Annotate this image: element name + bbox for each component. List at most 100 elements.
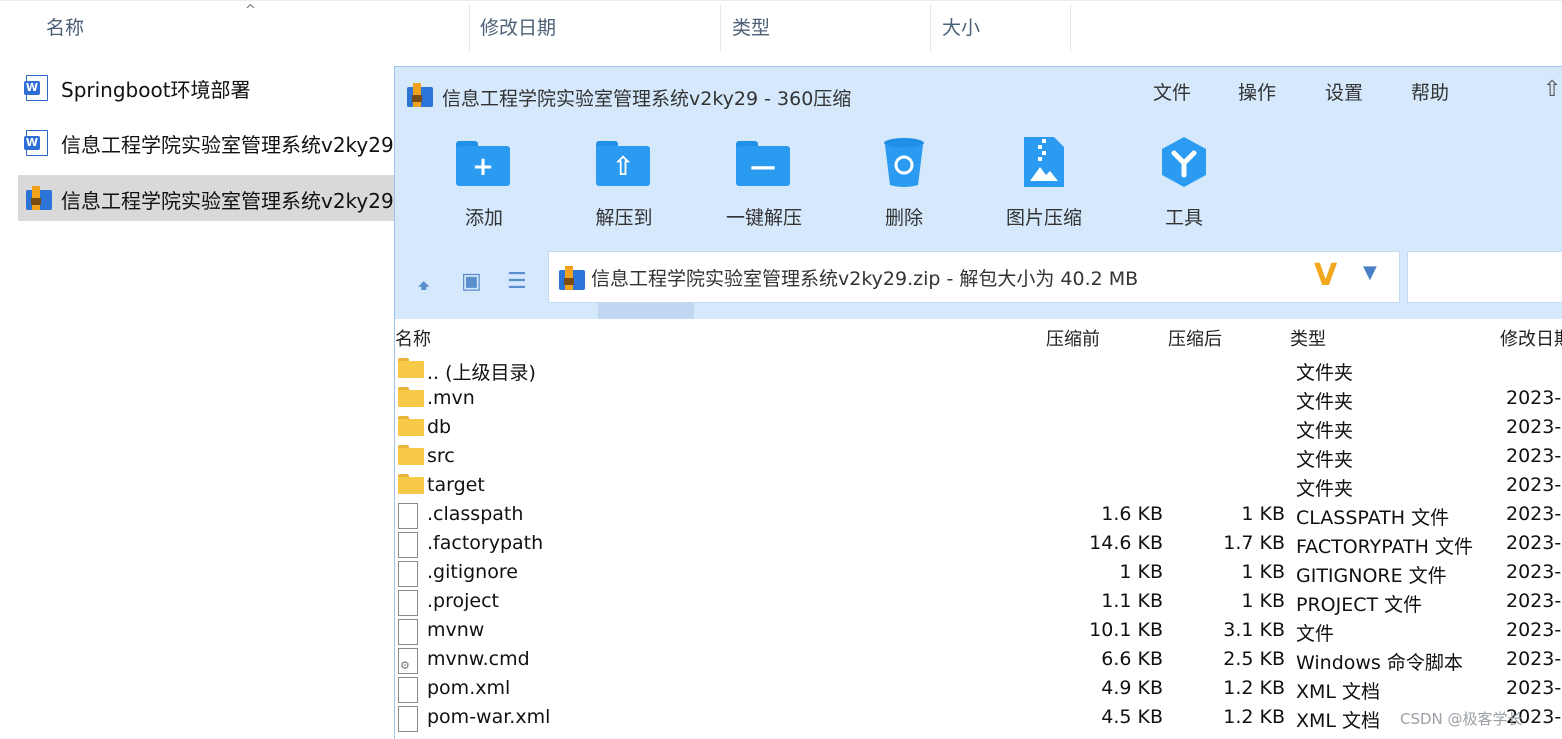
file-icon	[398, 677, 418, 703]
file-modified: 2023-1	[1506, 590, 1562, 612]
image-compress-icon	[1016, 135, 1072, 189]
column-divider[interactable]	[469, 5, 470, 51]
file-type: PROJECT 文件	[1296, 594, 1423, 616]
column-modified[interactable]: 修改日期	[480, 13, 556, 40]
v-logo-icon[interactable]: V	[1314, 258, 1337, 293]
file-modified: 2023-1	[1506, 648, 1562, 670]
file-name: .project	[427, 590, 499, 612]
explorer-item-name: 信息工程学院实验室管理系统v2ky29	[61, 133, 394, 157]
file-row[interactable]: .gitignore 1 KB 1 KB GITIGNORE 文件 2023-1	[395, 559, 1562, 588]
folder-icon	[398, 387, 424, 407]
address-bar-area: 🠹 ▣ ☰ 信息工程学院实验室管理系统v2ky29.zip - 解包大小为 40…	[395, 247, 1562, 319]
file-row[interactable]: .classpath 1.6 KB 1 KB CLASSPATH 文件 2023-1	[395, 501, 1562, 530]
delete-button[interactable]: 删除	[849, 135, 959, 229]
file-size-after: 1.2 KB	[1223, 677, 1285, 699]
file-size-after: 3.1 KB	[1223, 619, 1285, 641]
tools-button[interactable]: 工具	[1129, 135, 1239, 229]
file-size-after: 1 KB	[1241, 590, 1285, 612]
file-row[interactable]: ⚙ mvnw.cmd 6.6 KB 2.5 KB Windows 命令脚本 2023-1	[395, 646, 1562, 675]
up-level-icon[interactable]: 🠹	[417, 269, 431, 307]
file-size-before: 1 KB	[1119, 561, 1163, 583]
extract-to-button[interactable]: ⇧ 解压到	[569, 135, 679, 229]
file-name: target	[427, 474, 485, 496]
one-click-extract-icon: —	[736, 135, 792, 189]
file-size-before: 10.1 KB	[1089, 619, 1163, 641]
file-type: GITIGNORE 文件	[1296, 565, 1447, 587]
file-type: 文件	[1296, 623, 1335, 645]
file-type: XML 文档	[1296, 710, 1381, 732]
column-name[interactable]: 名称	[395, 325, 431, 351]
menu-help[interactable]: 帮助	[1411, 78, 1449, 105]
add-button-label: 添加	[464, 207, 503, 229]
file-size-before: 6.6 KB	[1101, 648, 1163, 670]
file-row[interactable]: src 文件夹 2023-1	[395, 443, 1562, 472]
watermark: CSDN @极客学长	[1400, 710, 1523, 728]
file-size-after: 1.7 KB	[1223, 532, 1285, 554]
search-input[interactable]	[1407, 251, 1562, 303]
add-button[interactable]: + 添加	[429, 135, 539, 229]
scrollbar-thumb[interactable]	[598, 303, 694, 319]
file-type: 文件夹	[1296, 420, 1354, 442]
chevron-down-icon[interactable]: ▼	[1363, 262, 1377, 283]
file-modified: 2023-1	[1506, 474, 1562, 496]
column-after[interactable]: 压缩后	[1168, 325, 1222, 351]
title-bar[interactable]: 信息工程学院实验室管理系统v2ky29 - 360压缩 文件 操作 设置 帮助 …	[395, 67, 1562, 123]
file-size-after: 2.5 KB	[1223, 648, 1285, 670]
word-doc-icon: W	[24, 75, 48, 101]
address-field[interactable]: 信息工程学院实验室管理系统v2ky29.zip - 解包大小为 40.2 MB …	[548, 251, 1400, 303]
column-modified[interactable]: 修改日期	[1500, 325, 1562, 351]
file-row[interactable]: .factorypath 14.6 KB 1.7 KB FACTORYPATH 文件 2…	[395, 530, 1562, 559]
file-icon	[398, 503, 418, 529]
column-divider[interactable]	[720, 5, 721, 51]
explorer-item-name: 信息工程学院实验室管理系统v2ky29	[61, 189, 394, 213]
thumbnail-view-icon[interactable]: ▣	[461, 269, 482, 294]
file-row[interactable]: .. (上级目录) 文件夹	[395, 356, 1562, 385]
menu-settings[interactable]: 设置	[1325, 78, 1363, 105]
zip-archive-icon	[559, 266, 585, 290]
file-type: CLASSPATH 文件	[1296, 507, 1450, 529]
explorer-item[interactable]: W Springboot环境部署	[18, 64, 398, 110]
skin-icon[interactable]: ⇧	[1543, 77, 1561, 102]
file-icon	[398, 619, 418, 645]
menu-file[interactable]: 文件	[1153, 78, 1191, 105]
file-icon	[398, 590, 418, 616]
file-name: .classpath	[427, 503, 524, 525]
file-name: src	[427, 445, 455, 467]
column-divider[interactable]	[1070, 5, 1071, 51]
file-type: 文件夹	[1296, 391, 1354, 413]
file-modified: 2023-1	[1506, 445, 1562, 467]
file-type: 文件夹	[1296, 362, 1354, 384]
file-name: mvnw.cmd	[427, 648, 530, 670]
column-before[interactable]: 压缩前	[1046, 325, 1100, 351]
zip-archive-icon	[26, 186, 52, 210]
menu-action[interactable]: 操作	[1238, 78, 1276, 105]
file-row[interactable]: db 文件夹 2023-1	[395, 414, 1562, 443]
column-type[interactable]: 类型	[732, 13, 770, 40]
file-size-before: 14.6 KB	[1089, 532, 1163, 554]
explorer-item[interactable]: W 信息工程学院实验室管理系统v2ky29	[18, 119, 398, 165]
file-name: pom-war.xml	[427, 706, 551, 728]
column-type[interactable]: 类型	[1290, 325, 1326, 351]
sort-ascending-icon: ^	[245, 3, 256, 18]
file-row[interactable]: pom.xml 4.9 KB 1.2 KB XML 文档 2023-1	[395, 675, 1562, 704]
file-name: .mvn	[427, 387, 475, 409]
file-row[interactable]: .project 1.1 KB 1 KB PROJECT 文件 2023-1	[395, 588, 1562, 617]
file-row[interactable]: target 文件夹 2023-1	[395, 472, 1562, 501]
image-compress-button[interactable]: 图片压缩	[989, 135, 1099, 229]
extract-to-button-label: 解压到	[595, 207, 653, 229]
file-size-before: 1.1 KB	[1101, 590, 1163, 612]
file-row[interactable]: pom-war.xml4.5 KB1.2 KBXML 文档2023-1	[395, 704, 1562, 733]
file-row[interactable]: mvnw 10.1 KB 3.1 KB 文件 2023-1	[395, 617, 1562, 646]
one-click-extract-button[interactable]: — 一键解压	[709, 135, 819, 229]
extract-folder-icon: ⇧	[596, 135, 652, 189]
column-size[interactable]: 大小	[942, 13, 980, 40]
list-view-icon[interactable]: ☰	[507, 269, 527, 294]
column-divider[interactable]	[930, 5, 931, 51]
file-row[interactable]: .mvn 文件夹 2023-1	[395, 385, 1562, 414]
file-size-after: 1 KB	[1241, 503, 1285, 525]
file-type: FACTORYPATH 文件	[1296, 536, 1473, 558]
column-name[interactable]: 名称	[46, 13, 84, 40]
file-modified: 2023-1	[1506, 503, 1562, 525]
script-file-icon: ⚙	[398, 648, 418, 674]
explorer-item-selected[interactable]: 信息工程学院实验室管理系统v2ky29	[18, 175, 398, 221]
